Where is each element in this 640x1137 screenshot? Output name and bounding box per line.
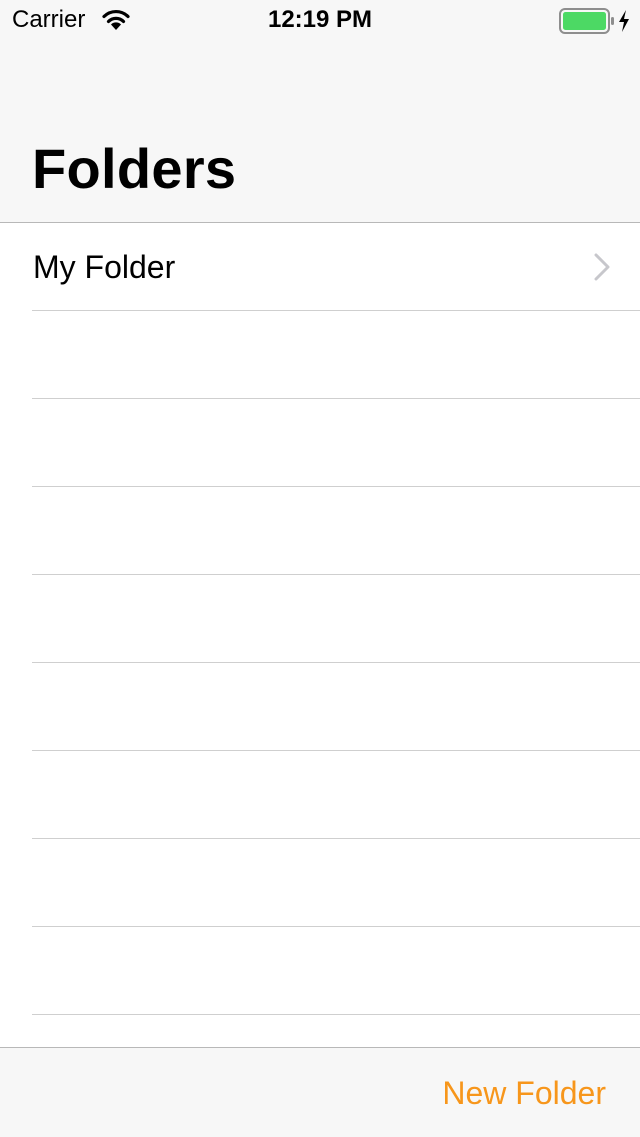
empty-row bbox=[32, 839, 640, 927]
new-folder-button[interactable]: New Folder bbox=[442, 1074, 606, 1112]
battery-icon bbox=[559, 8, 614, 34]
empty-row bbox=[32, 575, 640, 663]
empty-row bbox=[32, 1015, 640, 1047]
empty-row bbox=[32, 751, 640, 839]
folders-table: My Folder bbox=[0, 223, 640, 1047]
folder-row[interactable]: My Folder bbox=[32, 223, 640, 311]
bolt-icon bbox=[619, 10, 629, 32]
empty-row bbox=[32, 487, 640, 575]
folder-row-label: My Folder bbox=[33, 249, 176, 285]
page-title: Folders bbox=[32, 137, 237, 200]
navigation-bar: Folders bbox=[0, 40, 640, 223]
bottom-toolbar: New Folder bbox=[0, 1047, 640, 1137]
empty-row bbox=[32, 399, 640, 487]
status-bar: Carrier 12:19 PM bbox=[0, 0, 640, 40]
clock: 12:19 PM bbox=[267, 6, 373, 33]
empty-row bbox=[32, 927, 640, 1015]
chevron-right-icon bbox=[594, 253, 610, 281]
empty-row bbox=[32, 311, 640, 399]
empty-row bbox=[32, 663, 640, 751]
